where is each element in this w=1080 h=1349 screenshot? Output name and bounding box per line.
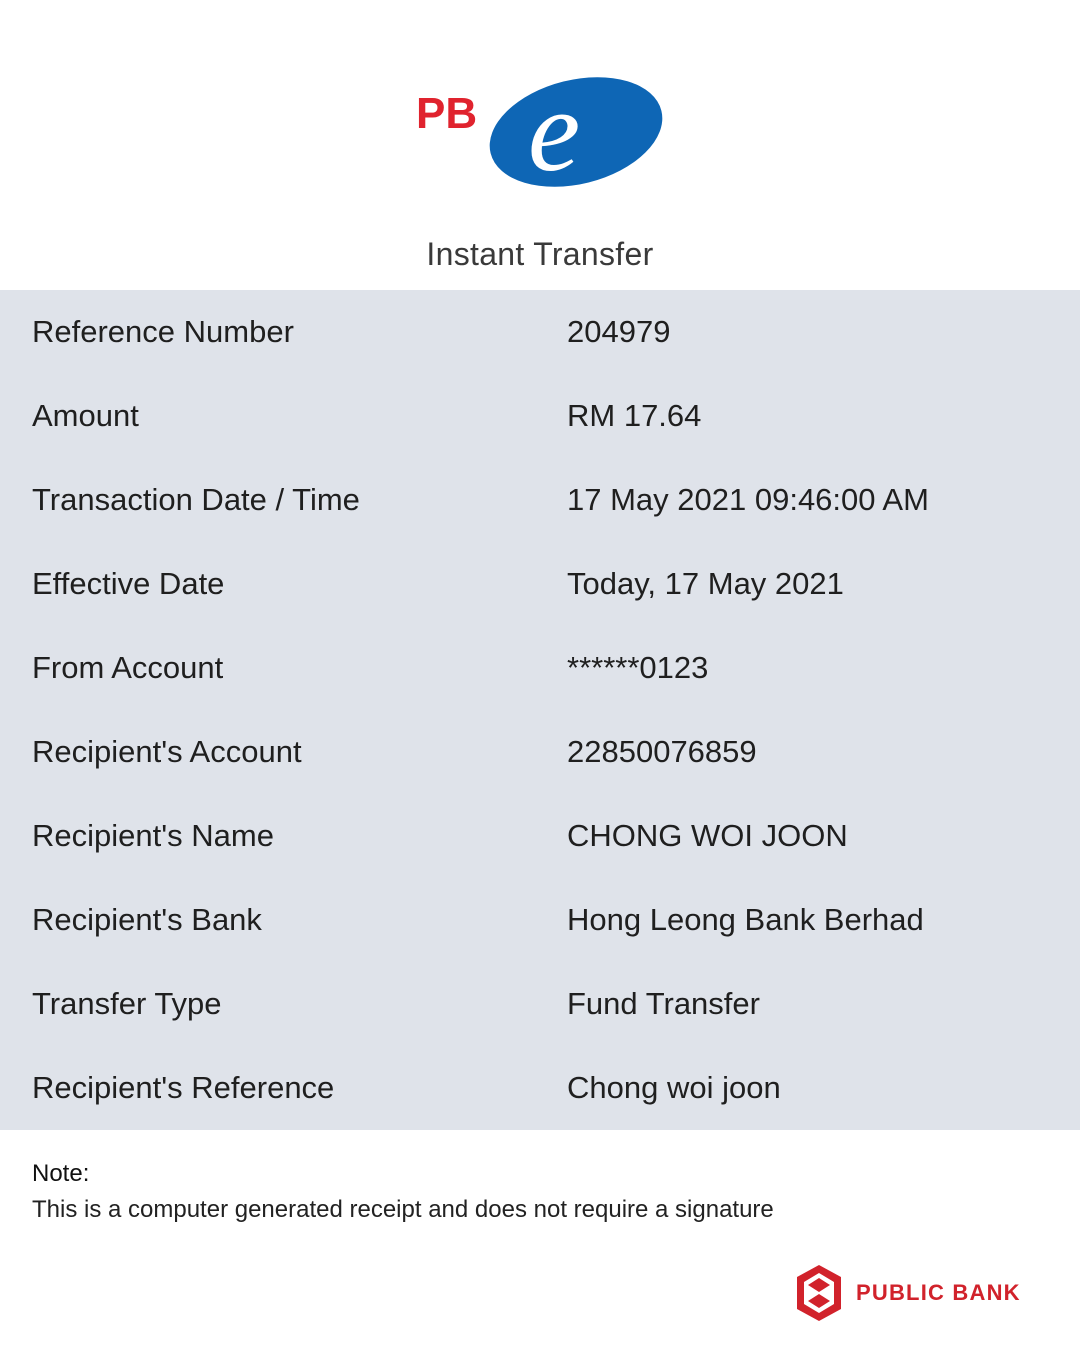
detail-row-recipient-name: Recipient's Name CHONG WOI JOON [0, 794, 1080, 878]
page-title: Instant Transfer [426, 236, 654, 272]
detail-row-transfer-type: Transfer Type Fund Transfer [0, 962, 1080, 1046]
public-bank-name: PUBLIC BANK [856, 1280, 1021, 1305]
note-text: This is a computer generated receipt and… [32, 1196, 774, 1223]
detail-value: 204979 [567, 314, 671, 349]
note-heading: Note: [32, 1160, 90, 1187]
detail-row-transaction-datetime: Transaction Date / Time 17 May 2021 09:4… [0, 458, 1080, 542]
detail-label: Recipient's Account [32, 734, 302, 769]
detail-label: Transaction Date / Time [32, 482, 360, 517]
detail-label: Effective Date [32, 566, 225, 601]
pbe-logo-e: e [528, 70, 580, 194]
detail-value: RM 17.64 [567, 398, 702, 433]
detail-row-recipient-account: Recipient's Account 22850076859 [0, 710, 1080, 794]
detail-value: Today, 17 May 2021 [567, 566, 844, 601]
detail-label: From Account [32, 650, 224, 685]
detail-value: 22850076859 [567, 734, 757, 769]
detail-row-effective-date: Effective Date Today, 17 May 2021 [0, 542, 1080, 626]
detail-row-recipient-bank: Recipient's Bank Hong Leong Bank Berhad [0, 878, 1080, 962]
detail-value: Chong woi joon [567, 1070, 781, 1105]
detail-value: Fund Transfer [567, 986, 760, 1021]
detail-value: ******0123 [567, 650, 709, 685]
pbe-logo-graphic: e PB [416, 65, 663, 196]
detail-row-recipient-reference: Recipient's Reference Chong woi joon [0, 1046, 1080, 1130]
detail-row-amount: Amount RM 17.64 [0, 374, 1080, 458]
detail-value: CHONG WOI JOON [567, 818, 848, 853]
pbe-logo: e PB [412, 65, 668, 196]
detail-label: Transfer Type [32, 986, 222, 1021]
public-bank-logo: PUBLIC BANK [796, 1264, 1052, 1322]
transaction-details: Reference Number 204979 Amount RM 17.64 … [0, 290, 1080, 1130]
detail-value: Hong Leong Bank Berhad [567, 902, 924, 937]
pbe-logo-pb: PB [416, 89, 477, 138]
detail-value: 17 May 2021 09:46:00 AM [567, 482, 929, 517]
detail-row-from-account: From Account ******0123 [0, 626, 1080, 710]
detail-label: Amount [32, 398, 139, 433]
detail-label: Recipient's Bank [32, 902, 262, 937]
detail-label: Recipient's Reference [32, 1070, 335, 1105]
detail-label: Reference Number [32, 314, 294, 349]
detail-row-reference-number: Reference Number 204979 [0, 290, 1080, 374]
public-bank-emblem-icon [797, 1265, 841, 1321]
detail-label: Recipient's Name [32, 818, 274, 853]
